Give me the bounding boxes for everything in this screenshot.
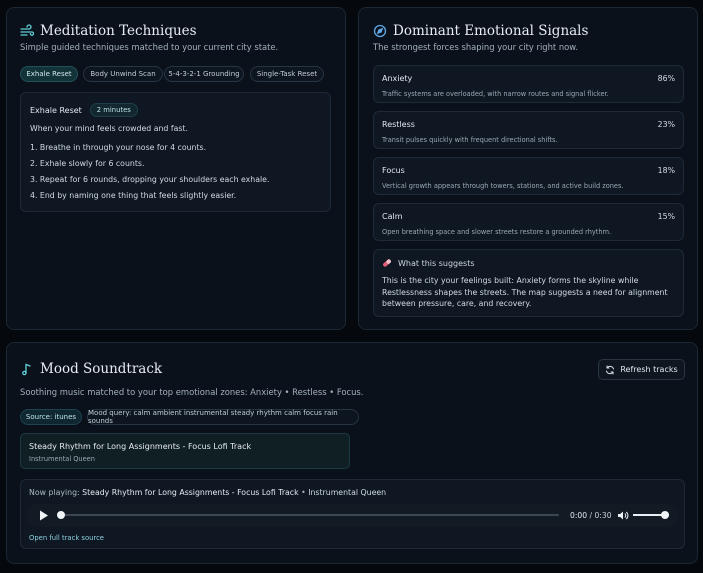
refresh-label: Refresh tracks [620,365,678,374]
meditation-title-text: Meditation Techniques [40,23,197,39]
step-item: 2. Exhale slowly for 6 counts. [30,159,145,168]
technique-name: Exhale Reset [30,105,82,115]
suggestion-title: What this suggests [398,258,475,268]
signal-name: Calm [382,212,403,221]
signal-desc: Transit pulses quickly with frequent dir… [382,136,558,144]
refresh-tracks-button[interactable]: Refresh tracks [598,359,685,380]
volume-thumb[interactable] [661,511,669,519]
player-card: Now playing: Steady Rhythm for Long Assi… [20,479,685,549]
tab-single-task-reset[interactable]: Single-Task Reset [250,66,324,82]
now-playing-label: Now playing: [29,488,80,497]
signals-panel: Dominant Emotional Signals The strongest… [358,7,698,330]
track-artist: Instrumental Queen [29,455,95,463]
source-chip: Source: itunes [20,409,82,425]
signal-card-anxiety: Anxiety 86% Traffic systems are overload… [373,65,684,103]
time-total: 0:30 [594,511,612,520]
signal-card-restless: Restless 23% Transit pulses quickly with… [373,111,684,149]
step-item: 1. Breathe in through your nose for 4 co… [30,143,207,152]
track-source-link[interactable]: Open full track source [29,534,104,542]
tab-exhale-reset[interactable]: Exhale Reset [20,66,78,82]
signal-card-focus: Focus 18% Vertical growth appears throug… [373,157,684,195]
tab-body-unwind-scan[interactable]: Body Unwind Scan [83,66,163,82]
duration-badge: 2 minutes [89,103,138,117]
meditation-subtitle: Simple guided techniques matched to your… [20,42,279,52]
signal-percent: 86% [657,74,675,83]
refresh-icon [605,365,615,375]
track-title: Steady Rhythm for Long Assignments - Foc… [29,442,252,451]
suggestion-text: This is the city your feelings built: An… [382,276,668,308]
volume-slider[interactable] [633,511,669,519]
pill-icon [382,258,392,268]
time-current: 0:00 [570,511,588,520]
signal-percent: 15% [657,212,675,221]
play-icon[interactable] [39,510,49,521]
suggestion-card: What this suggests This is the city your… [373,249,684,317]
wind-icon [20,24,34,38]
signal-desc: Open breathing space and slower streets … [382,228,612,236]
step-item: 4. End by naming one thing that feels sl… [30,191,237,200]
now-playing-artist: Instrumental Queen [308,488,387,497]
music-note-icon [20,362,34,376]
meditation-title: Meditation Techniques [20,23,197,39]
signal-percent: 23% [657,120,675,129]
soundtrack-panel: Mood Soundtrack Refresh tracks Soothing … [6,342,698,564]
audio-player: 0:00 / 0:30 [27,504,679,527]
technique-intro: When your mind feels crowded and fast. [30,124,188,133]
signal-name: Restless [382,120,415,129]
seek-bar[interactable] [57,511,559,519]
technique-steps: 1. Breathe in through your nose for 4 co… [30,143,269,207]
now-playing: Now playing: Steady Rhythm for Long Assi… [29,488,386,497]
step-item: 3. Repeat for 6 rounds, dropping your sh… [30,175,270,184]
meditation-panel: Meditation Techniques Simple guided tech… [6,7,346,330]
soundtrack-title: Mood Soundtrack [20,361,162,377]
seek-thumb[interactable] [57,511,65,519]
signals-subtitle: The strongest forces shaping your city r… [373,42,579,52]
query-chip: Mood query: calm ambient instrumental st… [87,409,359,425]
soundtrack-subtitle: Soothing music matched to your top emoti… [20,387,364,397]
technique-card: Exhale Reset 2 minutes When your mind fe… [20,92,331,212]
now-playing-title: Steady Rhythm for Long Assignments - Foc… [82,488,299,497]
signal-name: Anxiety [382,74,413,83]
signal-name: Focus [382,166,405,175]
time-display: 0:00 / 0:30 [570,511,612,520]
compass-icon [373,24,387,38]
signal-desc: Vertical growth appears through towers, … [382,182,624,190]
tab-grounding[interactable]: 5-4-3-2-1 Grounding [164,66,244,82]
soundtrack-title-text: Mood Soundtrack [40,361,163,377]
signal-desc: Traffic systems are overloaded, with nar… [382,90,609,98]
signal-percent: 18% [657,166,675,175]
volume-icon[interactable] [617,510,629,521]
time-separator: / [589,511,593,520]
signals-title-text: Dominant Emotional Signals [393,23,589,39]
track-card[interactable]: Steady Rhythm for Long Assignments - Foc… [20,433,350,469]
signals-title: Dominant Emotional Signals [373,23,588,39]
now-playing-sep: • [301,488,306,497]
signal-card-calm: Calm 15% Open breathing space and slower… [373,203,684,241]
